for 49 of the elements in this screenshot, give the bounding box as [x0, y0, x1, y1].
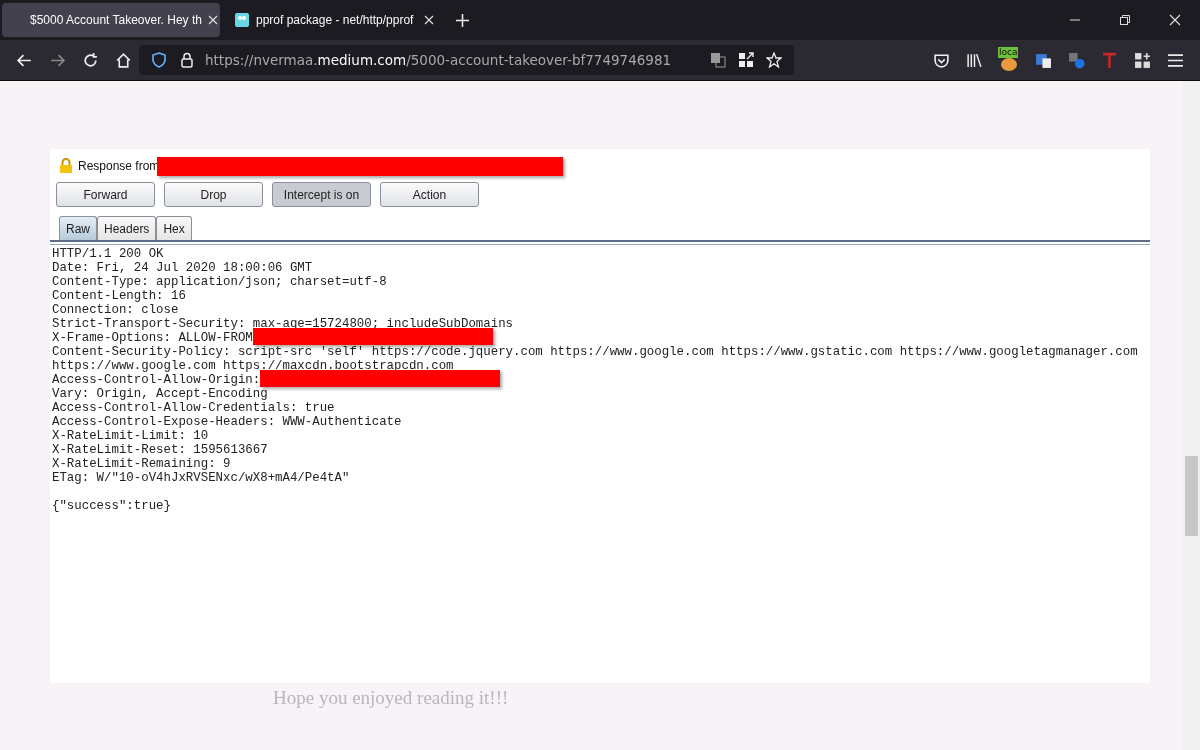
new-tab-icon[interactable] [456, 13, 469, 27]
response-line: Access-Control-Expose-Headers: WWW-Authenticate [52, 415, 402, 429]
response-line: Vary: Origin, Accept-Encoding [52, 387, 268, 401]
star-icon[interactable] [766, 52, 782, 68]
extensions-icon[interactable] [1134, 51, 1151, 69]
action-button[interactable]: Intercept is on [272, 182, 371, 207]
pocket-icon[interactable] [933, 51, 950, 69]
response-line: https://www.google.com https://maxcdn.bootstrapcdn.com [52, 359, 454, 373]
response-line: HTTP/1.1 200 OK [52, 247, 164, 261]
action-button[interactable]: Forward [56, 182, 155, 207]
restore-icon[interactable] [1119, 14, 1131, 26]
response-line: Strict-Transport-Security: max-age=15724800; includeSubDomains [52, 317, 513, 331]
scrollbar[interactable] [1183, 81, 1200, 750]
response-line: Connection: close [52, 303, 179, 317]
response-line: Content-Length: 16 [52, 289, 186, 303]
response-line: X-Frame-Options: ALLOW-FROM [52, 331, 253, 345]
response-line: {"success":true} [52, 499, 171, 513]
browser-tab[interactable]: $5000 Account Takeover. Hey th [2, 3, 220, 37]
close-icon[interactable] [424, 15, 434, 25]
browser-tab[interactable]: pprof package - net/http/pprof [224, 3, 442, 37]
shield-icon [151, 52, 167, 68]
response-line: Date: Fri, 24 Jul 2020 18:00:06 GMT [52, 261, 313, 275]
response-line: Access-Control-Allow-Origin: [52, 373, 261, 387]
response-line: X-RateLimit-Limit: 10 [52, 429, 209, 443]
menu-icon[interactable] [1167, 51, 1184, 69]
view-tab[interactable]: Raw [59, 216, 97, 240]
close-icon[interactable] [1169, 14, 1181, 26]
response-line: Content-Type: application/json; charset=utf-8 [52, 275, 387, 289]
response-line: Access-Control-Allow-Credentials: true [52, 401, 335, 415]
view-tab[interactable]: Headers [97, 216, 157, 240]
letter-t-icon[interactable] [1101, 51, 1118, 69]
action-button[interactable]: Drop [164, 182, 263, 207]
reload-icon[interactable] [82, 51, 99, 69]
close-icon[interactable] [207, 15, 218, 25]
response-line: X-RateLimit-Remaining: 9 [52, 457, 231, 471]
grid-icon[interactable] [738, 52, 754, 68]
extension-button[interactable]: loca [998, 47, 1020, 73]
address-bar[interactable]: https://nvermaa.medium.com/5000-account-takeover-bf7749746981 [139, 45, 794, 75]
closing-text: Hope you enjoyed reading it!!! [273, 687, 510, 709]
home-icon[interactable] [115, 51, 132, 69]
response-line: ETag: W/"10-oV4hJxRVSENxc/wX8+mA4/Pe4tA" [52, 471, 350, 485]
lock-icon [179, 52, 195, 68]
response-line: X-RateLimit-Reset: 1595613667 [52, 443, 268, 457]
padlock-icon [59, 158, 73, 174]
action-button[interactable]: Action [380, 182, 479, 207]
view-tab[interactable]: Hex [156, 216, 192, 240]
url-text: https://nvermaa.medium.com/5000-account-takeover-bf7749746981 [205, 52, 672, 68]
response-line: Content-Security-Policy: script-src 'self' https://code.jquery.com https://www.google.com https://www.gstatic.com https://www.googletagmanager.com [52, 345, 1138, 359]
library-icon[interactable] [966, 51, 983, 69]
